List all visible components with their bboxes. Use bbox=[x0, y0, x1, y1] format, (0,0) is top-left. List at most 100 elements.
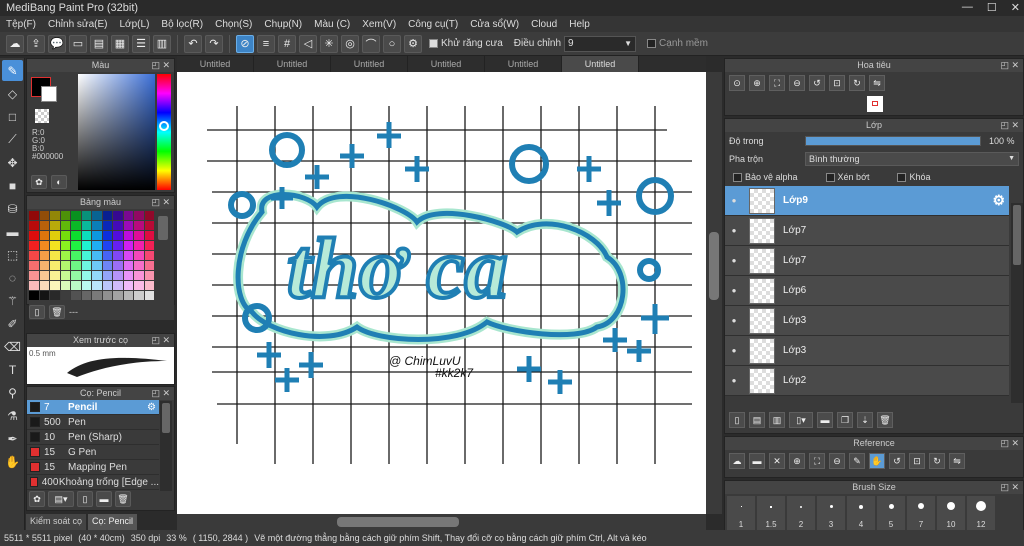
clip-option[interactable]: Xén bớt bbox=[825, 172, 869, 182]
rotate-reset-icon[interactable]: ⊡ bbox=[909, 453, 925, 469]
circle-snap-icon[interactable]: ○ bbox=[383, 34, 401, 53]
list-icon[interactable]: ☰ bbox=[132, 34, 150, 53]
layer-row[interactable]: ● Lớp3 bbox=[725, 336, 1009, 366]
zoom-out-icon[interactable]: ⊖ bbox=[829, 453, 845, 469]
color-swatch[interactable] bbox=[81, 251, 91, 260]
color-swatch[interactable] bbox=[92, 231, 102, 240]
menu-color[interactable]: Màu (C) bbox=[308, 19, 356, 30]
brush-size-cell[interactable]: 1 bbox=[727, 496, 755, 530]
rectangle-tool-icon[interactable]: □ bbox=[2, 106, 23, 127]
protect-alpha-option[interactable]: Bảo vệ alpha bbox=[733, 172, 798, 182]
new-layer-icon[interactable]: ▯ bbox=[729, 412, 745, 428]
layer-row[interactable]: ● Lớp9 ⚙ bbox=[725, 186, 1009, 216]
horizontal-scroll-thumb[interactable] bbox=[337, 517, 459, 527]
fill-rect-icon[interactable]: ■ bbox=[2, 175, 23, 196]
radial-snap-icon[interactable]: ✳ bbox=[320, 34, 338, 53]
delete-swatch-icon[interactable]: 🗑 bbox=[49, 305, 65, 319]
color-swatch[interactable] bbox=[60, 211, 70, 220]
color-swatch[interactable] bbox=[39, 231, 49, 240]
color-swatch[interactable] bbox=[29, 231, 39, 240]
antialias-option[interactable]: Khử răng cưa bbox=[429, 38, 503, 49]
snap-off-icon[interactable]: ⊘ bbox=[236, 34, 254, 53]
color-swatch[interactable] bbox=[92, 211, 102, 220]
delete-layer-icon[interactable]: 🗑 bbox=[877, 412, 893, 428]
color-swatch[interactable] bbox=[29, 251, 39, 260]
color-swatch[interactable] bbox=[71, 291, 81, 300]
lock-option[interactable]: Khóa bbox=[897, 172, 931, 182]
select-tool-icon[interactable]: ⬚ bbox=[2, 244, 23, 265]
parallel-snap-icon[interactable]: ≡ bbox=[257, 34, 275, 53]
brush-item[interactable]: 15 Mapping Pen bbox=[27, 460, 159, 475]
perspective-snap-icon[interactable]: ◁ bbox=[299, 34, 317, 53]
color-swatch[interactable] bbox=[81, 281, 91, 290]
color-swatch[interactable] bbox=[144, 211, 154, 220]
brush-size-cell[interactable]: 7 bbox=[907, 496, 935, 530]
pen-tool-icon[interactable]: ✒ bbox=[2, 428, 23, 449]
text-tool-icon[interactable]: T bbox=[2, 359, 23, 380]
close-button[interactable]: ✕ bbox=[1011, 1, 1020, 14]
color-swatch[interactable] bbox=[123, 211, 133, 220]
color-swatch[interactable] bbox=[81, 231, 91, 240]
brush-size-cell[interactable]: 12 bbox=[967, 496, 995, 530]
color-swatch[interactable] bbox=[60, 221, 70, 230]
protect-alpha-checkbox[interactable] bbox=[733, 172, 742, 182]
duplicate-layer-icon[interactable]: ❐ bbox=[837, 412, 853, 428]
color-swatch[interactable] bbox=[60, 271, 70, 280]
delete-brush-icon[interactable]: 🗑 bbox=[115, 491, 131, 507]
color-swatch[interactable] bbox=[123, 231, 133, 240]
color-swatch[interactable] bbox=[144, 271, 154, 280]
color-swatch[interactable] bbox=[92, 291, 102, 300]
brush-item[interactable]: 7 Pencil ⚙ bbox=[27, 400, 159, 415]
panel-close-icon[interactable]: ◰ ✕ bbox=[1000, 59, 1019, 72]
color-swatch[interactable] bbox=[29, 271, 39, 280]
visibility-icon[interactable]: ● bbox=[725, 286, 743, 295]
visibility-icon[interactable]: ● bbox=[725, 316, 743, 325]
color-swatch[interactable] bbox=[134, 261, 144, 270]
color-swatch[interactable] bbox=[39, 251, 49, 260]
navigator-thumbnail[interactable] bbox=[867, 96, 883, 112]
panel-close-icon[interactable]: ◰ ✕ bbox=[151, 196, 170, 209]
color-swatch[interactable] bbox=[50, 291, 60, 300]
zoom-out-icon[interactable]: ⊖ bbox=[789, 75, 805, 91]
color-swatch[interactable] bbox=[71, 231, 81, 240]
menu-select[interactable]: Chọn(S) bbox=[209, 19, 258, 30]
select-pen-icon[interactable]: ✐ bbox=[2, 313, 23, 334]
color-swatch[interactable] bbox=[113, 271, 123, 280]
gear-icon[interactable]: ⚙ bbox=[992, 192, 1005, 209]
color-swatch[interactable] bbox=[81, 261, 91, 270]
menu-view[interactable]: Xem(V) bbox=[356, 19, 402, 30]
tab-brush-pencil[interactable]: Cọ: Pencil bbox=[88, 514, 138, 530]
color-swatch[interactable] bbox=[144, 291, 154, 300]
visibility-icon[interactable]: ● bbox=[725, 376, 743, 385]
color-swatch[interactable] bbox=[102, 211, 112, 220]
color-swatch[interactable] bbox=[113, 251, 123, 260]
brush-size-cell[interactable]: 4 bbox=[847, 496, 875, 530]
hand-tool-icon[interactable]: ✋ bbox=[2, 451, 23, 472]
visibility-icon[interactable]: ● bbox=[725, 196, 743, 205]
bucket-tool-icon[interactable]: ⛁ bbox=[2, 198, 23, 219]
color-swatch[interactable] bbox=[123, 221, 133, 230]
color-swatch[interactable] bbox=[92, 281, 102, 290]
clip-checkbox[interactable] bbox=[825, 172, 835, 182]
color-swatch[interactable] bbox=[39, 271, 49, 280]
panel-icon[interactable]: ▥ bbox=[153, 34, 171, 53]
visibility-icon[interactable]: ● bbox=[725, 256, 743, 265]
drawing-canvas[interactable]: thơ ca @ ChimLuvU #kk2k7 bbox=[177, 72, 706, 514]
color-swatch[interactable] bbox=[29, 261, 39, 270]
color-swatch[interactable] bbox=[39, 261, 49, 270]
color-swatch[interactable] bbox=[81, 291, 91, 300]
color-swatch[interactable] bbox=[144, 221, 154, 230]
color-swatch[interactable] bbox=[123, 281, 133, 290]
tab-untitled[interactable]: Untitled bbox=[331, 56, 408, 72]
color-swatch[interactable] bbox=[50, 281, 60, 290]
menu-window[interactable]: Cửa sổ(W) bbox=[464, 19, 525, 30]
antialias-checkbox[interactable] bbox=[429, 39, 438, 48]
hand-icon[interactable]: ✋ bbox=[869, 453, 885, 469]
cloud-icon[interactable]: ☁ bbox=[729, 453, 745, 469]
folder-icon[interactable]: ▬ bbox=[96, 491, 112, 507]
menu-tools[interactable]: Công cụ(T) bbox=[402, 19, 464, 30]
brush-item[interactable]: 500 Pen bbox=[27, 415, 159, 430]
color-swatch[interactable] bbox=[113, 211, 123, 220]
maximize-button[interactable]: ☐ bbox=[987, 1, 997, 14]
grid-snap-icon[interactable]: # bbox=[278, 34, 296, 53]
